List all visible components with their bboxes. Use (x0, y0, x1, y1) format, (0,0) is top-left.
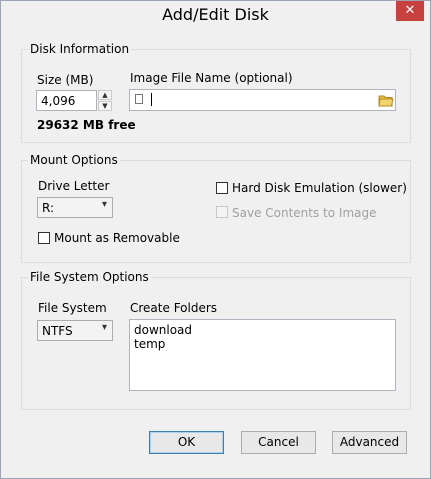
mount-removable-label[interactable]: Mount as Removable (54, 231, 180, 245)
advanced-button[interactable]: Advanced (332, 431, 407, 454)
folder-item: temp (134, 337, 166, 351)
file-system-label: File System (38, 301, 107, 315)
file-system-select[interactable]: NTFS ▾ (37, 320, 113, 341)
file-icon (135, 94, 143, 104)
ok-button-label: OK (177, 435, 196, 449)
save-contents-label[interactable]: Save Contents to Image (232, 206, 377, 220)
text-caret (151, 93, 152, 106)
size-input[interactable]: 4,096 (36, 90, 97, 111)
mount-options-title: Mount Options (28, 153, 120, 167)
image-file-label: Image File Name (optional) (130, 71, 293, 85)
folder-item: download (134, 323, 193, 337)
size-spin-down-button[interactable]: ▼ (98, 101, 112, 111)
title-bar[interactable]: Add/Edit Disk ✕ (1, 1, 430, 31)
window-title: Add/Edit Disk (162, 5, 269, 24)
close-icon: ✕ (404, 3, 416, 18)
chevron-down-icon: ▾ (101, 322, 107, 333)
folder-browse-icon[interactable] (378, 94, 394, 107)
size-spin-up-button[interactable]: ▲ (98, 90, 112, 100)
disk-information-title: Disk Information (28, 42, 132, 56)
hard-disk-emulation-label[interactable]: Hard Disk Emulation (slower) (232, 181, 407, 195)
save-contents-checkbox[interactable] (216, 206, 228, 218)
add-edit-disk-dialog: Add/Edit Disk ✕ Disk Information Size (M… (0, 0, 431, 479)
create-folders-textarea[interactable]: download temp (129, 319, 396, 391)
ok-button[interactable]: OK (149, 431, 224, 454)
size-label: Size (MB) (37, 73, 94, 87)
advanced-button-label: Advanced (339, 435, 400, 449)
size-value: 4,096 (41, 94, 76, 108)
cancel-button[interactable]: Cancel (241, 431, 316, 454)
close-button[interactable]: ✕ (396, 1, 424, 21)
free-space-text: 29632 MB free (37, 118, 136, 132)
file-system-value: NTFS (42, 324, 73, 338)
hard-disk-emulation-checkbox[interactable] (216, 182, 228, 194)
mount-removable-checkbox[interactable] (38, 232, 50, 244)
create-folders-label: Create Folders (130, 301, 218, 315)
drive-letter-label: Drive Letter (38, 179, 110, 193)
chevron-down-icon: ▾ (101, 199, 107, 210)
file-system-options-title: File System Options (28, 270, 151, 284)
image-file-input[interactable] (129, 89, 396, 111)
drive-letter-select[interactable]: R: ▾ (37, 197, 113, 218)
drive-letter-value: R: (42, 201, 55, 215)
cancel-button-label: Cancel (258, 435, 299, 449)
